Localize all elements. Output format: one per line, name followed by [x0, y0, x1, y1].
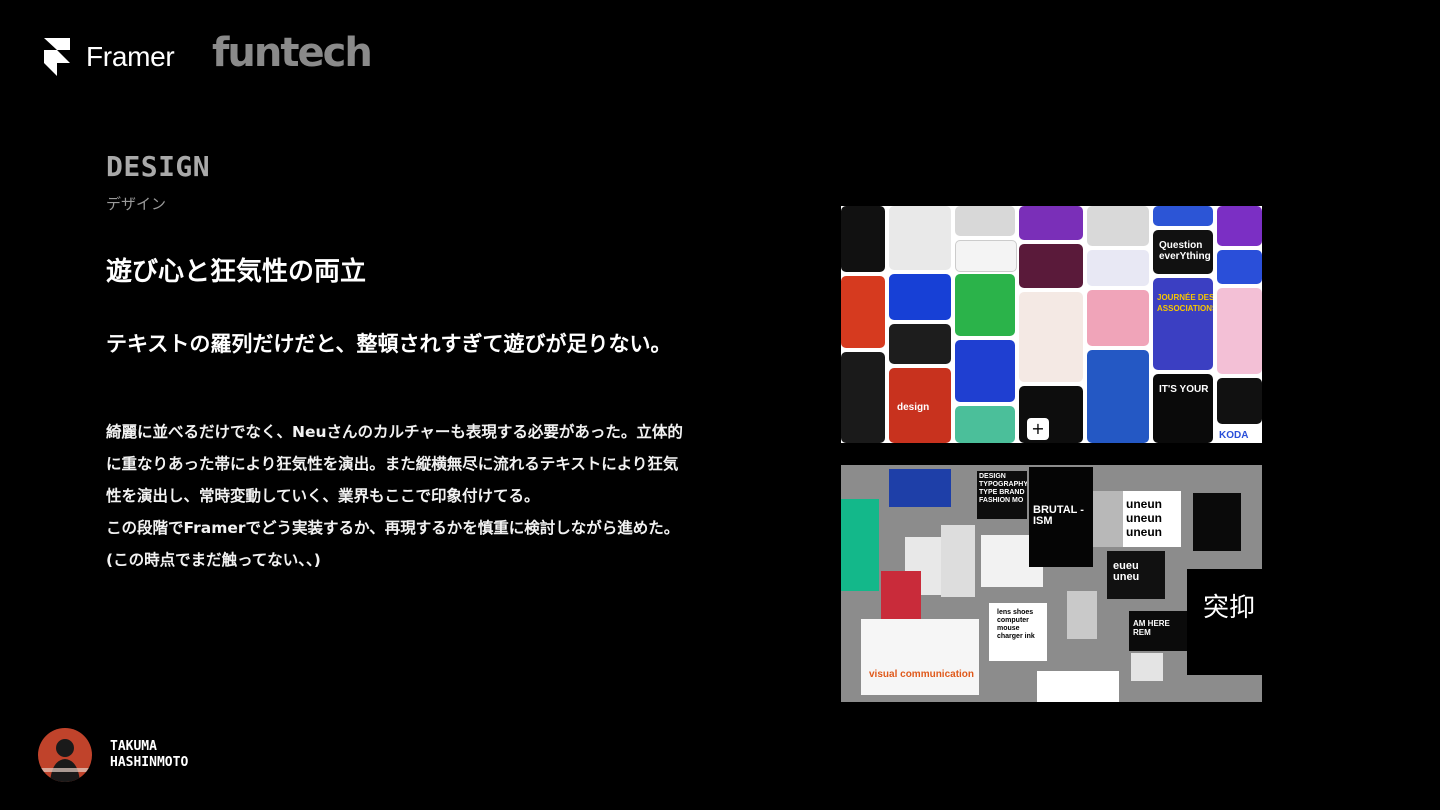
- framer-icon: [44, 38, 70, 76]
- tile: [1087, 290, 1149, 346]
- tile: [841, 352, 885, 443]
- tile: [889, 274, 951, 320]
- tile: visual communication: [861, 619, 979, 695]
- tile: [1217, 206, 1262, 246]
- tile: [1217, 250, 1262, 284]
- tile: JOURNÉE DES ASSOCIATIONS: [1153, 278, 1213, 370]
- author-first-name: TAKUMA: [110, 739, 157, 754]
- tile: 突抑: [1187, 569, 1262, 675]
- tile: [889, 469, 951, 507]
- tile: design: [889, 368, 951, 443]
- tile: [841, 206, 885, 272]
- moodboard-grid-image: design Question everYthing JOURNÉE DES A…: [841, 206, 1262, 443]
- add-button[interactable]: +: [1027, 418, 1049, 440]
- tile: lens shoes computer mouse charger ink: [989, 603, 1047, 661]
- tile: [955, 274, 1015, 336]
- tile: [841, 276, 885, 348]
- tile: [1019, 206, 1083, 240]
- author-last-name: HASHINMOTO: [110, 755, 189, 770]
- tile: [955, 406, 1015, 443]
- tile: [1067, 591, 1097, 639]
- body-paragraph-1: 綺麗に並べるだけでなく、Neuさんのカルチャーも表現する必要があった。立体的に重…: [106, 423, 683, 505]
- body-text: 綺麗に並べるだけでなく、Neuさんのカルチャーも表現する必要があった。立体的に重…: [106, 416, 686, 576]
- tile: [1087, 250, 1149, 286]
- tile: Question everYthing: [1153, 230, 1213, 274]
- tile: BRUTAL - ISM: [1029, 467, 1093, 567]
- section-title: DESIGN: [106, 150, 211, 183]
- tile-text: JOURNÉE DES ASSOCIATIONS: [1157, 293, 1213, 313]
- tile: uneun uneun uneun: [1123, 491, 1181, 547]
- section-subtitle: デザイン: [106, 195, 167, 213]
- tile-text: lens shoes computer mouse charger ink: [997, 609, 1035, 640]
- tile-text: KODA: [1219, 430, 1249, 441]
- tile: [1217, 378, 1262, 424]
- tile: [1019, 292, 1083, 382]
- tile: [889, 324, 951, 364]
- tile-text: AM HERE REM: [1133, 619, 1170, 637]
- tile: AM HERE REM: [1129, 611, 1187, 651]
- tile: [889, 206, 951, 270]
- tile-text: Question everYthing: [1159, 240, 1211, 262]
- tile: [1193, 493, 1241, 551]
- tile: [1037, 671, 1119, 702]
- tile: KODA: [1217, 428, 1262, 443]
- headline: 遊び心と狂気性の両立: [106, 257, 367, 287]
- author-avatar: [38, 728, 92, 782]
- moodboard-scatter-image: DESIGN TYPOGRAPHY TYPE BRAND FASHION MO …: [841, 465, 1262, 702]
- tile: [841, 499, 879, 591]
- tile-text: BRUTAL - ISM: [1033, 504, 1084, 527]
- tile: IT'S YOUR: [1153, 374, 1213, 443]
- tile: [1019, 244, 1083, 288]
- tile-text: 突抑: [1203, 593, 1256, 623]
- tile: [1093, 491, 1125, 547]
- author-name: TAKUMA HASHINMOTO: [110, 739, 188, 771]
- framer-logo: Framer: [44, 38, 175, 76]
- tile: DESIGN TYPOGRAPHY TYPE BRAND FASHION MO: [977, 471, 1027, 519]
- tile-text: uneun uneun uneun: [1126, 497, 1162, 539]
- tile-text: eueu uneu: [1113, 560, 1140, 583]
- tile: [955, 340, 1015, 402]
- lead-text: テキストの羅列だけだと、整頓されすぎて遊びが足りない。: [106, 332, 672, 356]
- tile-text: design: [897, 402, 930, 413]
- tile: [955, 240, 1017, 272]
- tile: [1087, 206, 1149, 246]
- tile: [1153, 206, 1213, 226]
- person-icon: [38, 739, 92, 782]
- tile: [955, 206, 1015, 236]
- tile: [1087, 350, 1149, 443]
- tile: [1131, 653, 1163, 681]
- tile-text: IT'S YOUR: [1159, 384, 1209, 395]
- tile-text: visual communication: [869, 669, 975, 680]
- framer-wordmark: Framer: [86, 41, 175, 72]
- tile: [1217, 288, 1262, 374]
- tile: eueu uneu: [1107, 551, 1165, 599]
- body-paragraph-2: この段階でFramerでどう実装するか、再現するかを慎重に検討しながら進めた。(…: [106, 519, 680, 569]
- tile: [941, 525, 975, 597]
- funtech-logo: funtech: [212, 30, 373, 76]
- tile-text: DESIGN TYPOGRAPHY TYPE BRAND FASHION MO: [979, 473, 1027, 504]
